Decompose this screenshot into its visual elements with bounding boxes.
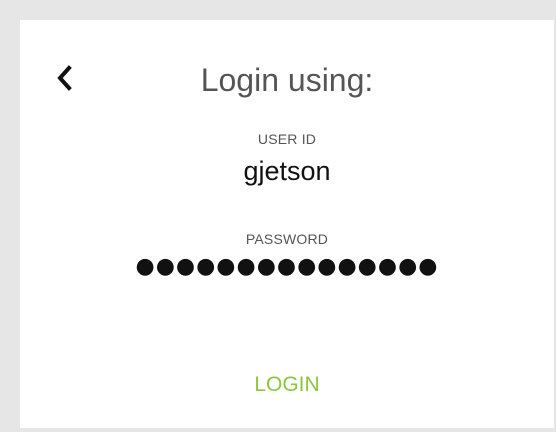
login-card: Login using: USER ID gjetson PASSWORD ●●… [20, 20, 554, 428]
password-value: ●●●●●●●●●●●●●●● [135, 254, 439, 279]
page-title: Login using: [200, 62, 374, 98]
password-label: PASSWORD [245, 231, 329, 247]
login-button[interactable]: LOGIN [20, 370, 554, 400]
user-id-value: gjetson [243, 156, 331, 186]
user-id-label: USER ID [257, 131, 317, 147]
